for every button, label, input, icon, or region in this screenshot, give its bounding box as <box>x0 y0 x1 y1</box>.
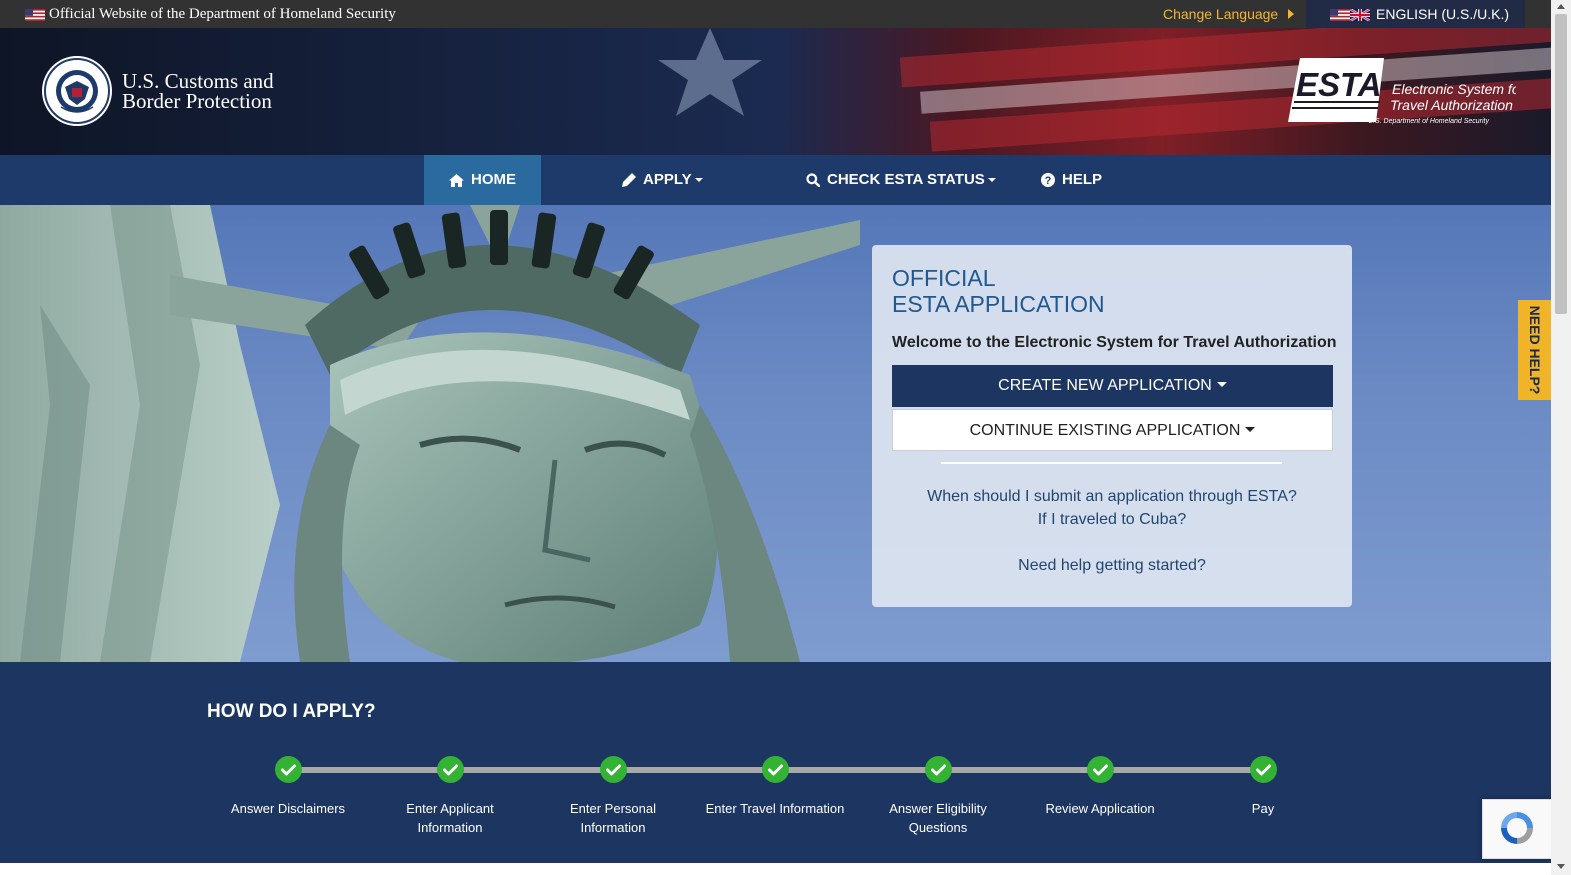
traveled-to-cuba-link[interactable]: If I traveled to Cuba? <box>872 511 1352 529</box>
dhs-seal-icon[interactable] <box>41 55 113 127</box>
header-banner: U.S. Customs and Border Protection ESTA … <box>0 28 1551 155</box>
when-to-submit-link[interactable]: When should I submit an application thro… <box>872 488 1352 506</box>
welcome-text: Welcome to the Electronic System for Tra… <box>892 334 1337 351</box>
esta-logo-dept: U.S. Department of Homeland Security <box>1368 118 1489 125</box>
step-pay: Pay <box>1183 756 1343 818</box>
step-label: Answer Eligibility Questions <box>889 801 987 835</box>
step-answer-disclaimers: Answer Disclaimers <box>208 756 368 818</box>
page-bottom <box>0 863 1551 875</box>
recaptcha-badge[interactable] <box>1482 799 1551 859</box>
change-language-link[interactable]: Change Language <box>1163 6 1295 22</box>
home-icon <box>449 173 464 187</box>
step-enter-travel-information: Enter Travel Information <box>695 756 855 818</box>
search-icon <box>806 173 820 187</box>
nav-home-label: HOME <box>471 171 516 188</box>
agency-name-line1: U.S. Customs and <box>122 69 274 93</box>
nav-help-label: HELP <box>1062 171 1103 188</box>
change-language-label: Change Language <box>1163 6 1279 22</box>
esta-logo-line2: Travel Authorization <box>1390 97 1513 113</box>
nav-check-label: CHECK ESTA STATUS <box>827 171 985 188</box>
scroll-up-icon[interactable] <box>1557 4 1565 9</box>
need-help-label: NEED HELP? <box>1526 305 1543 395</box>
esta-logo-wordmark: ESTA <box>1296 66 1382 103</box>
official-website-text: Official Website of the Department of Ho… <box>49 6 396 22</box>
step-label: Enter Travel Information <box>705 801 845 816</box>
step-label: Enter Applicant Information <box>406 801 494 835</box>
language-selector[interactable]: ENGLISH (U.S./U.K.) <box>1306 0 1525 28</box>
scroll-down-icon[interactable] <box>1557 864 1565 869</box>
continue-button-label: CONTINUE EXISTING APPLICATION <box>969 422 1241 439</box>
check-icon <box>274 756 302 783</box>
us-flag-icon <box>1330 9 1350 21</box>
flag-star-icon <box>658 28 762 116</box>
gov-banner: Official Website of the Department of Ho… <box>0 0 1551 28</box>
question-circle-icon: ? <box>1041 173 1055 187</box>
check-icon <box>599 756 627 783</box>
card-title-line1: OFFICIAL <box>892 265 996 291</box>
nav-home[interactable]: HOME <box>424 155 541 205</box>
caret-down-icon <box>1216 382 1227 387</box>
recaptcha-icon <box>1501 812 1533 844</box>
how-to-apply-section: HOW DO I APPLY? Answer Disclaimers Enter… <box>0 662 1551 863</box>
svg-text:?: ? <box>1045 175 1052 187</box>
pencil-icon <box>622 173 636 187</box>
check-icon <box>924 756 952 783</box>
esta-logo-line1: Electronic System for <box>1392 81 1516 97</box>
check-icon <box>436 756 464 783</box>
step-label: Review Application <box>1045 801 1155 816</box>
esta-logo[interactable]: ESTA Electronic System for Travel Author… <box>1286 56 1516 128</box>
step-label: Answer Disclaimers <box>230 801 346 816</box>
us-flag-icon <box>25 9 45 21</box>
vertical-scrollbar[interactable] <box>1551 0 1571 875</box>
esta-application-card: OFFICIAL ESTA APPLICATION Welcome to the… <box>872 245 1352 607</box>
current-language: ENGLISH (U.S./U.K.) <box>1376 6 1510 22</box>
step-enter-applicant-information: Enter Applicant Information <box>370 756 530 837</box>
card-title-line2: ESTA APPLICATION <box>892 291 1105 317</box>
step-enter-personal-information: Enter Personal Information <box>533 756 693 837</box>
need-help-started-link[interactable]: Need help getting started? <box>872 557 1352 575</box>
caret-right-icon <box>1288 9 1295 19</box>
agency-name[interactable]: U.S. Customs and Border Protection <box>122 69 274 113</box>
card-divider <box>941 462 1282 464</box>
scrollbar-thumb[interactable] <box>1555 14 1567 314</box>
nav-check-esta-status[interactable]: CHECK ESTA STATUS <box>806 155 996 205</box>
create-new-application-button[interactable]: CREATE NEW APPLICATION <box>892 365 1333 407</box>
main-nav: HOME APPLY CHECK ESTA STATUS ? HELP <box>0 155 1551 205</box>
step-label: Pay <box>1251 801 1275 816</box>
continue-existing-application-button[interactable]: CONTINUE EXISTING APPLICATION <box>892 409 1333 451</box>
uk-flag-icon <box>1350 9 1370 21</box>
check-icon <box>1249 756 1277 783</box>
step-answer-eligibility-questions: Answer Eligibility Questions <box>858 756 1018 837</box>
step-review-application: Review Application <box>1020 756 1180 818</box>
caret-down-icon <box>1245 427 1256 432</box>
caret-down-icon <box>694 178 703 182</box>
create-button-label: CREATE NEW APPLICATION <box>998 377 1212 394</box>
card-title: OFFICIAL ESTA APPLICATION <box>892 265 1105 317</box>
how-to-apply-heading: HOW DO I APPLY? <box>207 701 376 722</box>
agency-name-line2: Border Protection <box>122 89 272 113</box>
caret-down-icon <box>987 178 996 182</box>
statue-of-liberty-image <box>0 205 860 662</box>
need-help-tab[interactable]: NEED HELP? <box>1518 300 1551 400</box>
nav-help[interactable]: ? HELP <box>1041 155 1102 205</box>
nav-apply[interactable]: APPLY <box>622 155 703 205</box>
check-icon <box>1086 756 1114 783</box>
step-label: Enter Personal Information <box>570 801 656 835</box>
check-icon <box>761 756 789 783</box>
nav-apply-label: APPLY <box>643 171 692 188</box>
